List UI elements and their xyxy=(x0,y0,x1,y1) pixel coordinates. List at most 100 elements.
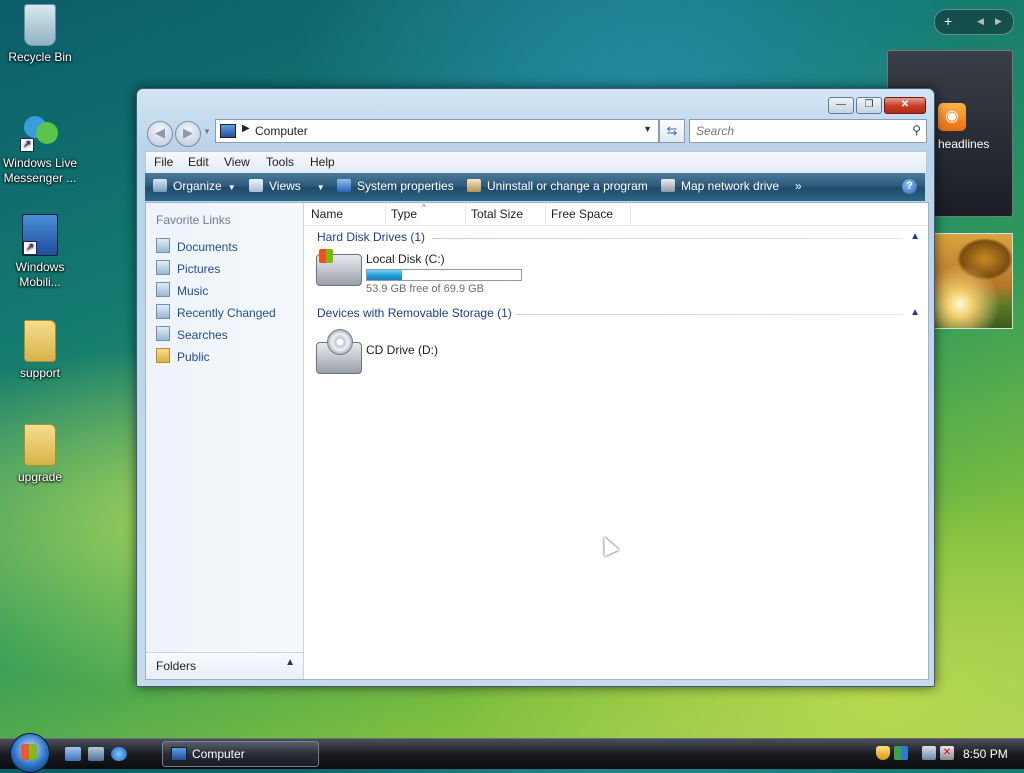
switch-windows-icon[interactable] xyxy=(88,747,104,761)
organize-button[interactable]: Organize ▼ xyxy=(153,179,236,193)
recycle-bin-icon xyxy=(24,4,56,46)
help-icon[interactable]: ? xyxy=(902,179,917,194)
minimize-button[interactable]: — xyxy=(828,97,854,114)
menu-tools[interactable]: Tools xyxy=(266,155,294,169)
system-properties-label: System properties xyxy=(357,179,454,193)
column-divider[interactable] xyxy=(385,203,386,225)
taskbar-button-label: Computer xyxy=(192,747,245,761)
address-dropdown-icon[interactable]: ▼ xyxy=(643,124,652,134)
collapse-group-icon[interactable]: ▲ xyxy=(910,307,920,318)
hard-drive-icon xyxy=(316,249,362,286)
drive-name: CD Drive (D:) xyxy=(366,343,438,357)
views-button[interactable]: Views ▼ xyxy=(249,179,325,193)
favorite-link-pictures[interactable]: Pictures xyxy=(156,260,220,276)
next-icon[interactable]: ▶ xyxy=(995,16,1002,27)
sidebar-controls: + ◀ ▶ xyxy=(934,9,1014,35)
menu-file[interactable]: File xyxy=(154,155,173,169)
feed-label: headlines xyxy=(938,137,990,151)
favorite-link-public[interactable]: Public xyxy=(156,348,210,364)
views-icon xyxy=(249,179,263,192)
slideshow-gadget[interactable] xyxy=(934,233,1013,329)
internet-explorer-icon[interactable] xyxy=(111,747,127,761)
search-box[interactable]: ⚲ xyxy=(689,119,927,143)
column-divider[interactable] xyxy=(465,203,466,225)
menu-edit[interactable]: Edit xyxy=(188,155,209,169)
shortcut-arrow-icon: ↗ xyxy=(23,241,37,255)
pictures-icon xyxy=(156,260,170,275)
command-bar: Organize ▼ Views ▼ System properties Unins… xyxy=(145,173,925,201)
favorite-link-label: Public xyxy=(177,350,210,364)
security-shield-icon[interactable] xyxy=(876,746,890,760)
back-button[interactable]: ◀ xyxy=(147,121,173,147)
drive-free-space: 53.9 GB free of 69.9 GB xyxy=(366,283,485,295)
map-network-drive-button[interactable]: Map network drive xyxy=(661,179,779,193)
chevron-up-icon: ▲ xyxy=(285,657,295,668)
network-icon[interactable] xyxy=(922,746,936,760)
explorer-content: Favorite Links Documents Pictures Music … xyxy=(145,202,929,680)
add-gadget-icon[interactable]: + xyxy=(944,13,952,29)
documents-icon xyxy=(156,238,170,253)
drive-name: Local Disk (C:) xyxy=(366,252,445,266)
search-icon[interactable]: ⚲ xyxy=(912,123,921,137)
column-free-space[interactable]: Free Space xyxy=(551,207,613,221)
desktop-icon-messenger[interactable]: ↗ Windows Live Messenger ... xyxy=(0,112,80,186)
folders-toggle[interactable]: Folders ▲ xyxy=(146,652,303,679)
desktop-icon-windows-mobility[interactable]: ↗ Windows Mobili... xyxy=(0,214,80,290)
recent-pages-dropdown[interactable]: ▼ xyxy=(203,127,211,136)
map-network-drive-label: Map network drive xyxy=(681,179,780,193)
show-desktop-icon[interactable] xyxy=(65,747,81,761)
maximize-button[interactable]: ❐ xyxy=(856,97,882,114)
clock[interactable]: 8:50 PM xyxy=(963,747,1008,761)
collapse-group-icon[interactable]: ▲ xyxy=(910,231,920,242)
favorite-links-title: Favorite Links xyxy=(156,213,231,227)
start-button[interactable] xyxy=(10,733,50,773)
file-list: Name Type ^ Total Size Free Space Hard D… xyxy=(304,203,928,679)
breadcrumb-location[interactable]: Computer xyxy=(255,124,308,138)
uninstall-program-button[interactable]: Uninstall or change a program xyxy=(467,179,648,193)
menu-help[interactable]: Help xyxy=(310,155,335,169)
system-properties-button[interactable]: System properties xyxy=(337,179,454,193)
rss-icon: ◉ xyxy=(938,103,966,131)
column-headers: Name Type ^ Total Size Free Space xyxy=(304,203,928,226)
network-drive-icon xyxy=(661,179,675,192)
group-header-hard-disk-drives[interactable]: Hard Disk Drives (1) xyxy=(317,230,425,244)
sort-ascending-icon: ^ xyxy=(422,203,426,212)
shortcut-arrow-icon: ↗ xyxy=(20,138,34,152)
column-divider[interactable] xyxy=(545,203,546,225)
desktop-icon-recycle-bin[interactable]: Recycle Bin xyxy=(0,4,80,65)
column-divider[interactable] xyxy=(630,203,631,225)
folder-icon xyxy=(24,320,56,362)
group-divider xyxy=(432,238,902,239)
group-header-removable-storage[interactable]: Devices with Removable Storage (1) xyxy=(317,306,512,320)
desktop-icon-support[interactable]: support xyxy=(0,320,80,381)
search-input[interactable] xyxy=(694,123,898,139)
taskbar-button-computer[interactable]: Computer xyxy=(162,741,319,767)
favorite-link-music[interactable]: Music xyxy=(156,282,208,298)
column-total-size[interactable]: Total Size xyxy=(471,207,523,221)
organize-label: Organize xyxy=(173,179,222,193)
address-bar[interactable]: ▶ Computer ▼ xyxy=(215,119,659,143)
organize-icon xyxy=(153,179,167,192)
favorite-link-label: Pictures xyxy=(177,262,221,276)
refresh-button[interactable]: ⇆ xyxy=(659,119,685,143)
programs-icon xyxy=(467,179,481,192)
column-name[interactable]: Name xyxy=(311,207,343,221)
folder-icon xyxy=(24,424,56,466)
more-commands-button[interactable]: » xyxy=(795,179,802,193)
desktop-icon-label: support xyxy=(19,366,61,380)
column-type[interactable]: Type xyxy=(391,207,417,221)
favorite-link-recently-changed[interactable]: Recently Changed xyxy=(156,304,276,320)
cd-drive-icon xyxy=(316,329,362,374)
menu-view[interactable]: View xyxy=(224,155,250,169)
breadcrumb-arrow-icon[interactable]: ▶ xyxy=(242,123,250,134)
favorite-link-documents[interactable]: Documents xyxy=(156,238,238,254)
previous-icon[interactable]: ◀ xyxy=(977,16,984,27)
favorite-link-searches[interactable]: Searches xyxy=(156,326,228,342)
close-button[interactable]: ✕ xyxy=(884,97,926,114)
favorite-link-label: Documents xyxy=(177,240,238,254)
windows-update-icon[interactable] xyxy=(894,746,908,760)
desktop-icon-upgrade[interactable]: upgrade xyxy=(0,424,80,485)
volume-muted-icon[interactable]: ✕ xyxy=(940,746,954,760)
forward-button[interactable]: ▶ xyxy=(175,121,201,147)
system-properties-icon xyxy=(337,179,351,192)
